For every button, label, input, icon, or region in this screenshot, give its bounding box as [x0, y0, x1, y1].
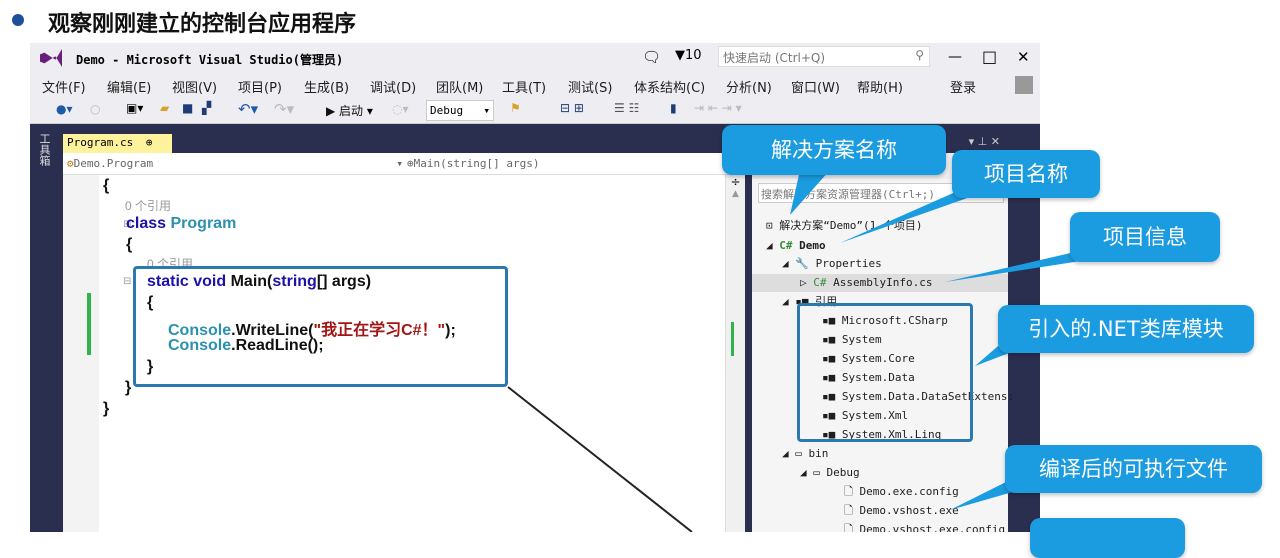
callout-project-info: 项目信息 [1070, 212, 1220, 262]
callout-compiled-output: 编译后的可执行文件 [1005, 445, 1262, 493]
pointer-line [507, 386, 693, 532]
callout-project-name: 项目名称 [952, 150, 1100, 198]
callout-partial [1030, 518, 1185, 558]
callout-solution-name: 解决方案名称 [722, 125, 946, 175]
callout-net-references: 引入的.NET类库模块 [998, 305, 1254, 353]
callout-pointer [790, 170, 830, 215]
